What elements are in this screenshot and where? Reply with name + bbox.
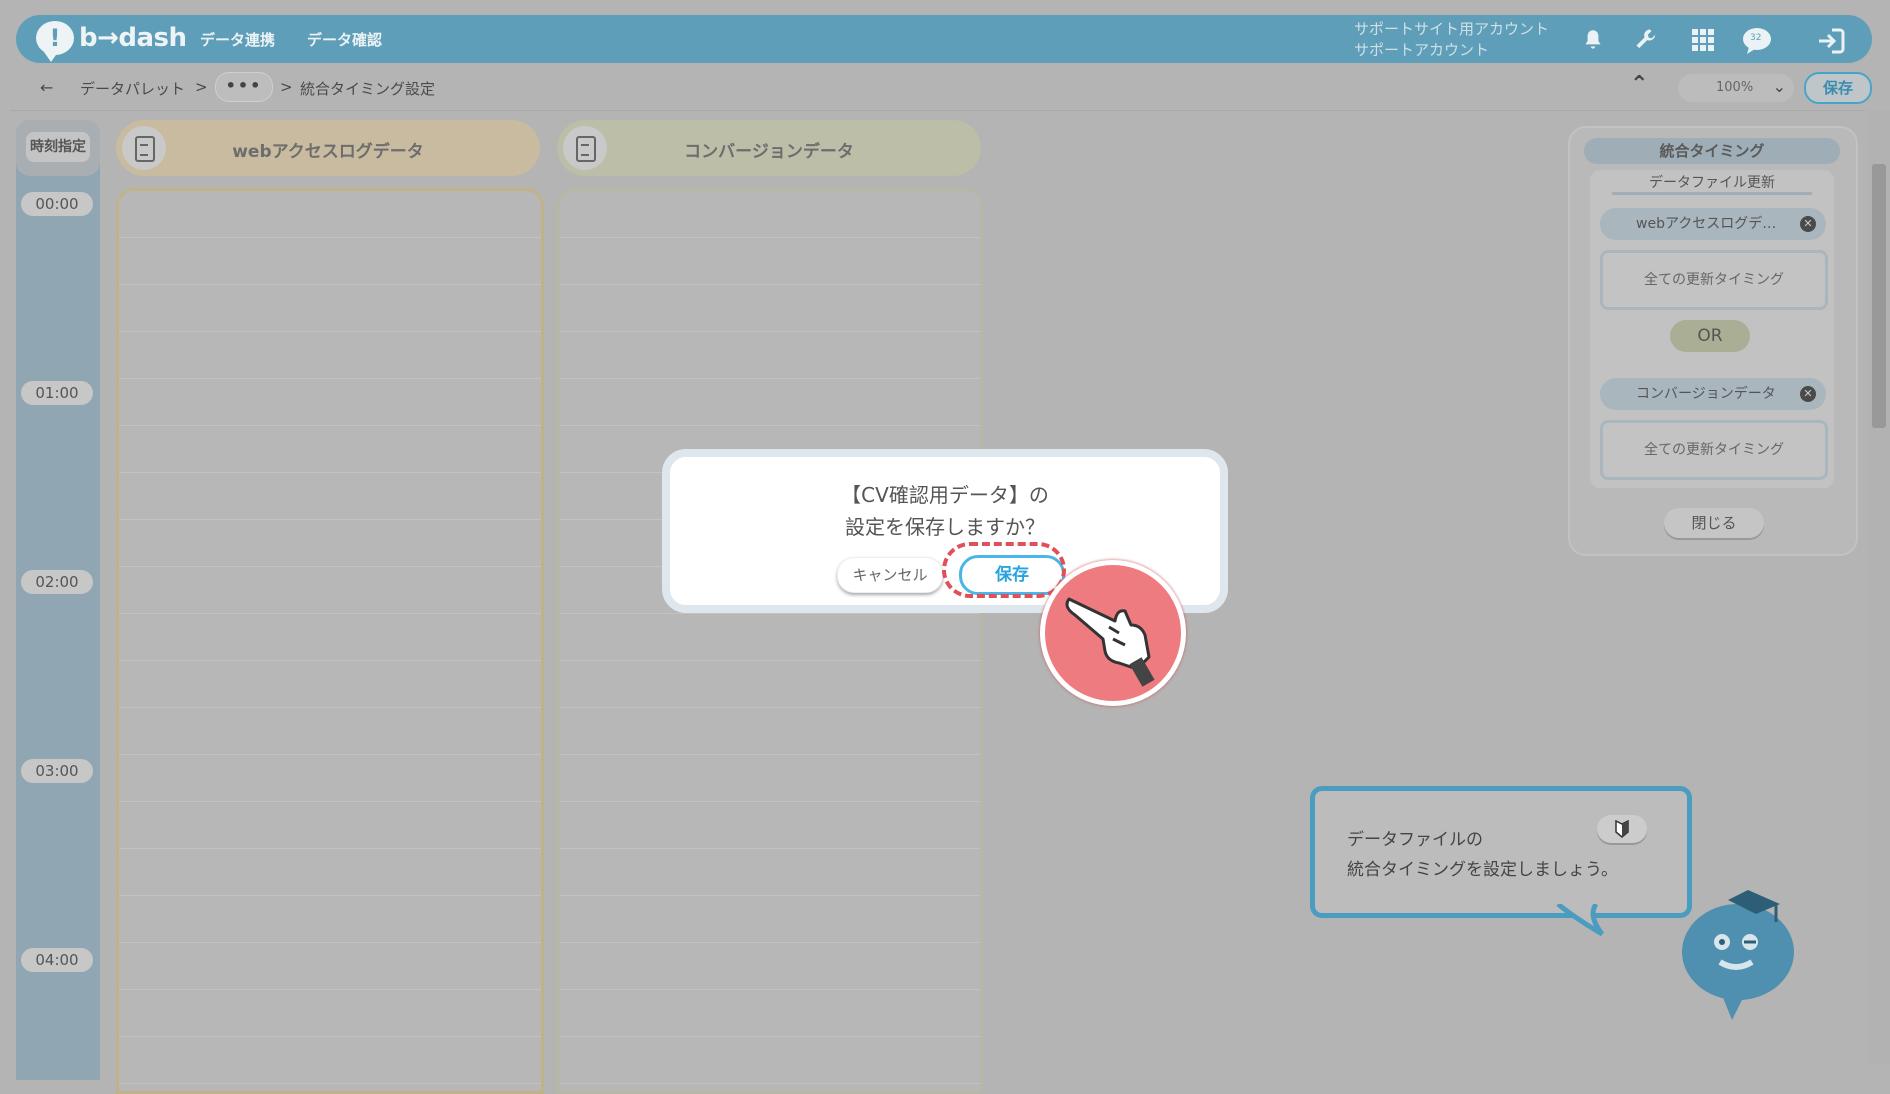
panel-subtitle: データファイル更新 — [1612, 172, 1812, 195]
timing-source-tag[interactable]: コンバージョンデータ ✕ — [1600, 378, 1826, 410]
source-label: webアクセスログデ… — [1636, 216, 1777, 232]
beginner-mark-icon[interactable] — [1597, 815, 1647, 843]
nav-data-link[interactable]: データ連携 — [200, 29, 275, 50]
grid-icon[interactable] — [1686, 23, 1720, 57]
dialog-message-line: 【CV確認用データ】の — [841, 483, 1049, 507]
chevron-down-icon: ⌄ — [1772, 77, 1786, 96]
time-specify-label[interactable]: 時刻指定 — [26, 132, 90, 162]
time-column — [16, 120, 100, 1080]
breadcrumb-root[interactable]: データパレット — [80, 78, 185, 99]
zoom-select[interactable]: 100% ⌄ — [1678, 74, 1794, 102]
toolbar-save-button[interactable]: 保存 — [1804, 72, 1872, 104]
back-button[interactable]: ← — [40, 78, 53, 97]
breadcrumb-separator: > — [280, 78, 293, 96]
dialog-message-line: 設定を保存しますか？ — [845, 515, 1045, 539]
tip-line: データファイルの — [1347, 830, 1483, 850]
wrench-icon[interactable] — [1630, 23, 1664, 57]
logo-text: b→dash — [79, 23, 187, 53]
column-header-web-access-log[interactable]: webアクセスログデータ — [116, 120, 540, 176]
top-header: ! b→dash データ連携 データ確認 サポートサイト用アカウント サポートア… — [16, 15, 1872, 63]
time-label: 04:00 — [21, 948, 93, 972]
account-user: サポートアカウント — [1354, 41, 1490, 59]
breadcrumb-separator: > — [195, 78, 208, 96]
column-title: webアクセスログデータ — [232, 142, 424, 162]
account-name: サポートサイト用アカウント — [1354, 20, 1550, 38]
time-label: 01:00 — [21, 381, 93, 405]
remove-icon[interactable]: ✕ — [1800, 386, 1816, 402]
time-column-header: 時刻指定 — [16, 120, 100, 176]
mascot-icon — [1682, 890, 1794, 1020]
guide-tip-bubble: データファイルの 統合タイミングを設定しましょう。 — [1310, 786, 1692, 918]
zoom-value: 100% — [1716, 80, 1754, 95]
timing-select-box[interactable]: 全ての更新タイミング — [1600, 420, 1828, 480]
time-label: 00:00 — [21, 192, 93, 216]
timing-source-tag[interactable]: webアクセスログデ… ✕ — [1600, 208, 1826, 240]
account-info[interactable]: サポートサイト用アカウント サポートアカウント — [1354, 19, 1549, 61]
time-label: 02:00 — [21, 570, 93, 594]
breadcrumb-bar: ← データパレット > ••• > 統合タイミング設定 ⌃ 100% ⌄ 保存 — [10, 66, 1872, 111]
pointer-hand-icon — [1040, 560, 1186, 706]
remove-icon[interactable]: ✕ — [1800, 216, 1816, 232]
breadcrumb-more-button[interactable]: ••• — [215, 72, 273, 102]
collapse-button[interactable]: ⌃ — [1630, 72, 1648, 97]
column-body-web-access-log[interactable] — [116, 188, 544, 1094]
logo-mark: ! — [36, 21, 74, 62]
tip-pointer — [1556, 904, 1605, 937]
column-title: コンバージョンデータ — [684, 142, 854, 162]
close-panel-button[interactable]: 閉じる — [1664, 508, 1764, 538]
app-logo[interactable]: ! b→dash — [36, 21, 187, 62]
cancel-button[interactable]: キャンセル — [837, 557, 943, 593]
nav-data-check[interactable]: データ確認 — [307, 29, 382, 50]
time-label: 03:00 — [21, 759, 93, 783]
column-header-conversion[interactable]: コンバージョンデータ — [557, 120, 981, 176]
chat-badge: 32 — [1750, 33, 1762, 43]
or-label: OR — [1670, 320, 1750, 352]
tip-text: データファイルの 統合タイミングを設定しましょう。 — [1347, 825, 1618, 885]
column-body-conversion[interactable] — [557, 188, 983, 1094]
panel-title: 統合タイミング — [1584, 138, 1840, 164]
source-label: コンバージョンデータ — [1636, 386, 1776, 402]
tip-line: 統合タイミングを設定しましょう。 — [1347, 860, 1618, 880]
timing-select-box[interactable]: 全ての更新タイミング — [1600, 250, 1828, 310]
logout-icon[interactable] — [1814, 23, 1848, 57]
scrollbar-thumb[interactable] — [1872, 164, 1886, 428]
chat-icon[interactable]: 32 — [1740, 23, 1774, 57]
bell-icon[interactable] — [1576, 23, 1610, 57]
breadcrumb-current: 統合タイミング設定 — [300, 80, 436, 98]
page-scrollbar[interactable] — [1868, 110, 1890, 1063]
integration-timing-panel: 統合タイミング データファイル更新 webアクセスログデ… ✕ 全ての更新タイミ… — [1568, 126, 1858, 556]
